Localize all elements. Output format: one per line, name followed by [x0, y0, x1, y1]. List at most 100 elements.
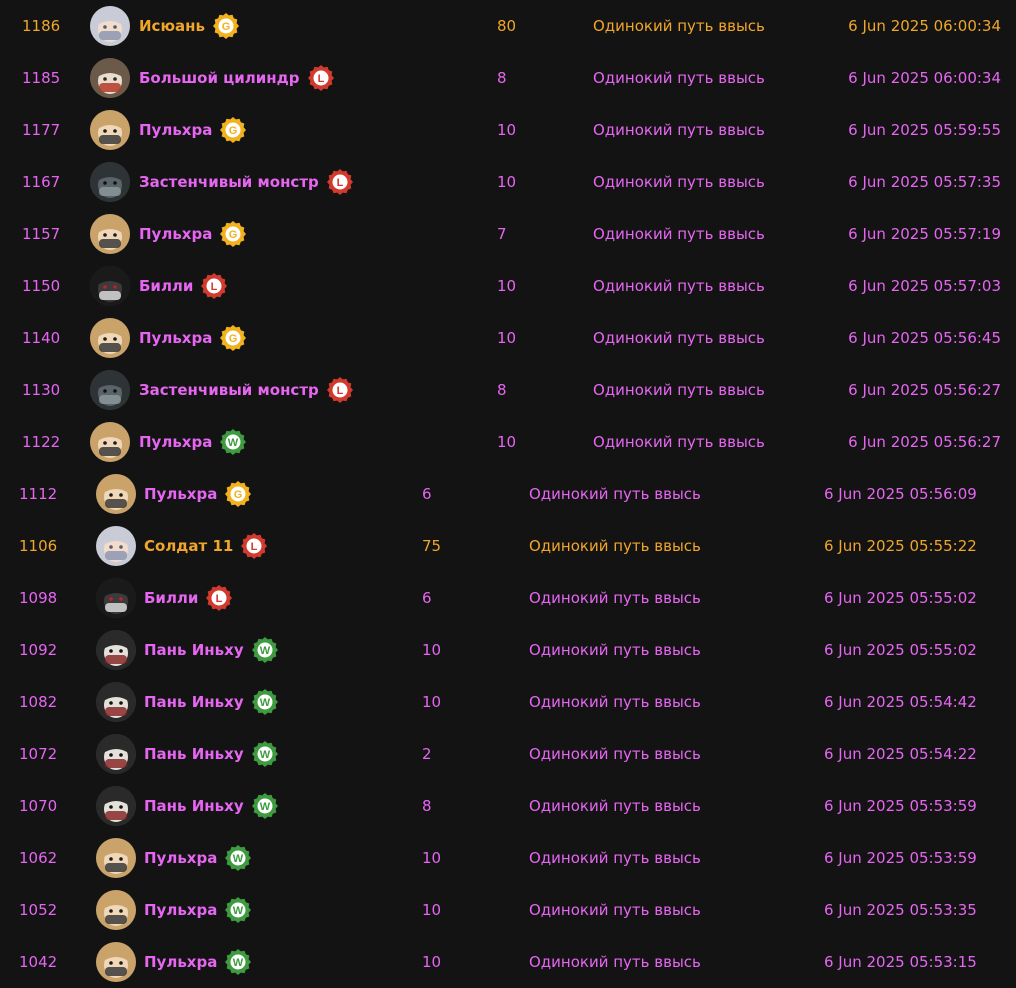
rank-l-badge-icon: L — [241, 533, 268, 559]
history-row: 1185 Большой цилиндр L 8 Одинокий путь в… — [0, 52, 1016, 104]
history-row: 1098 Билли L 6 Одинокий путь ввысь 6 Jun… — [0, 572, 1016, 624]
svg-text:G: G — [234, 489, 243, 501]
banner-name: Одинокий путь ввысь — [529, 485, 701, 503]
agent-name: Пульхра — [139, 225, 213, 243]
banner-name: Одинокий путь ввысь — [593, 433, 765, 451]
history-row: 1072 Пань Иньху W 2 Одинокий путь ввысь … — [0, 728, 1016, 780]
row-id: 1106 — [19, 537, 58, 555]
banner-name: Одинокий путь ввысь — [593, 173, 765, 191]
svg-text:W: W — [233, 853, 244, 865]
rank-l-badge-icon: L — [307, 65, 334, 91]
row-id: 1177 — [22, 121, 61, 139]
row-id: 1130 — [22, 381, 61, 399]
pull-count: 7 — [497, 225, 507, 243]
rank-w-badge-icon: W — [251, 793, 278, 819]
history-row: 1112 Пульхра G 6 Одинокий путь ввысь 6 J… — [0, 468, 1016, 520]
pull-count: 10 — [497, 121, 517, 139]
svg-text:W: W — [259, 645, 270, 657]
svg-text:L: L — [216, 593, 223, 605]
banner-name: Одинокий путь ввысь — [593, 17, 765, 35]
pull-history-list: 1186 Исюань G 80 Одинокий путь ввысь 6 J… — [0, 0, 1016, 988]
row-id: 1140 — [22, 329, 61, 347]
blonde-masked-avatar — [96, 890, 136, 930]
silver-hair-avatar — [96, 526, 136, 566]
pull-timestamp: 6 Jun 2025 05:57:03 — [848, 277, 1001, 295]
history-row: 1082 Пань Иньху W 10 Одинокий путь ввысь… — [0, 676, 1016, 728]
pull-timestamp: 6 Jun 2025 05:55:02 — [824, 641, 977, 659]
row-id: 1098 — [19, 589, 58, 607]
rank-w-badge-icon: W — [225, 897, 252, 923]
rank-g-badge-icon: G — [220, 117, 247, 143]
row-id: 1042 — [19, 953, 58, 971]
panda-avatar — [96, 786, 136, 826]
silver-hair-avatar — [90, 6, 130, 46]
black-helmet-avatar — [90, 266, 130, 306]
rank-l-badge-icon: L — [326, 169, 353, 195]
rank-g-badge-icon: G — [225, 481, 252, 507]
pull-timestamp: 6 Jun 2025 05:54:42 — [824, 693, 977, 711]
pull-count: 10 — [497, 329, 517, 347]
agent-name: Большой цилиндр — [139, 69, 300, 87]
svg-text:L: L — [336, 177, 343, 189]
pull-timestamp: 6 Jun 2025 05:53:35 — [824, 901, 977, 919]
pull-count: 10 — [422, 901, 442, 919]
pull-count: 8 — [497, 381, 507, 399]
pull-timestamp: 6 Jun 2025 06:00:34 — [848, 17, 1001, 35]
rank-w-badge-icon: W — [225, 845, 252, 871]
svg-text:L: L — [211, 281, 218, 293]
agent-name: Пульхра — [139, 329, 213, 347]
banner-name: Одинокий путь ввысь — [529, 849, 701, 867]
pull-timestamp: 6 Jun 2025 05:53:59 — [824, 797, 977, 815]
agent-name: Пульхра — [144, 901, 218, 919]
blonde-masked-avatar — [90, 110, 130, 150]
history-row: 1062 Пульхра W 10 Одинокий путь ввысь 6 … — [0, 832, 1016, 884]
blonde-masked-avatar — [96, 942, 136, 982]
panda-avatar — [96, 630, 136, 670]
pull-count: 6 — [422, 589, 432, 607]
banner-name: Одинокий путь ввысь — [593, 121, 765, 139]
banner-name: Одинокий путь ввысь — [529, 953, 701, 971]
pull-timestamp: 6 Jun 2025 05:53:15 — [824, 953, 977, 971]
agent-name: Пань Иньху — [144, 693, 244, 711]
panda-avatar — [96, 734, 136, 774]
row-id: 1082 — [19, 693, 58, 711]
svg-text:W: W — [233, 957, 244, 969]
history-row: 1070 Пань Иньху W 8 Одинокий путь ввысь … — [0, 780, 1016, 832]
pull-timestamp: 6 Jun 2025 05:56:27 — [848, 433, 1001, 451]
robot-monster-avatar — [90, 370, 130, 410]
blonde-masked-avatar — [90, 318, 130, 358]
banner-name: Одинокий путь ввысь — [529, 693, 701, 711]
history-row: 1106 Солдат 11 L 75 Одинокий путь ввысь … — [0, 520, 1016, 572]
svg-text:G: G — [229, 333, 238, 345]
pull-count: 6 — [422, 485, 432, 503]
agent-name: Билли — [139, 277, 194, 295]
pull-timestamp: 6 Jun 2025 05:57:35 — [848, 173, 1001, 191]
agent-name: Пань Иньху — [144, 641, 244, 659]
history-row: 1052 Пульхра W 10 Одинокий путь ввысь 6 … — [0, 884, 1016, 936]
svg-text:W: W — [233, 905, 244, 917]
pull-count: 10 — [497, 173, 517, 191]
row-id: 1072 — [19, 745, 58, 763]
history-row: 1150 Билли L 10 Одинокий путь ввысь 6 Ju… — [0, 260, 1016, 312]
row-id: 1052 — [19, 901, 58, 919]
row-id: 1122 — [22, 433, 61, 451]
rank-w-badge-icon: W — [251, 689, 278, 715]
row-id: 1070 — [19, 797, 58, 815]
pull-count: 2 — [422, 745, 432, 763]
rank-g-badge-icon: G — [220, 221, 247, 247]
agent-name: Исюань — [139, 17, 205, 35]
history-row: 1130 Застенчивый монстр L 8 Одинокий пут… — [0, 364, 1016, 416]
black-helmet-avatar — [96, 578, 136, 618]
pull-timestamp: 6 Jun 2025 05:59:55 — [848, 121, 1001, 139]
rank-l-badge-icon: L — [206, 585, 233, 611]
blonde-masked-avatar — [90, 214, 130, 254]
pull-timestamp: 6 Jun 2025 05:57:19 — [848, 225, 1001, 243]
agent-name: Пульхра — [139, 121, 213, 139]
pull-timestamp: 6 Jun 2025 05:56:09 — [824, 485, 977, 503]
banner-name: Одинокий путь ввысь — [529, 641, 701, 659]
pull-count: 10 — [497, 433, 517, 451]
history-row: 1186 Исюань G 80 Одинокий путь ввысь 6 J… — [0, 0, 1016, 52]
svg-text:W: W — [259, 697, 270, 709]
banner-name: Одинокий путь ввысь — [529, 589, 701, 607]
rank-w-badge-icon: W — [225, 949, 252, 975]
